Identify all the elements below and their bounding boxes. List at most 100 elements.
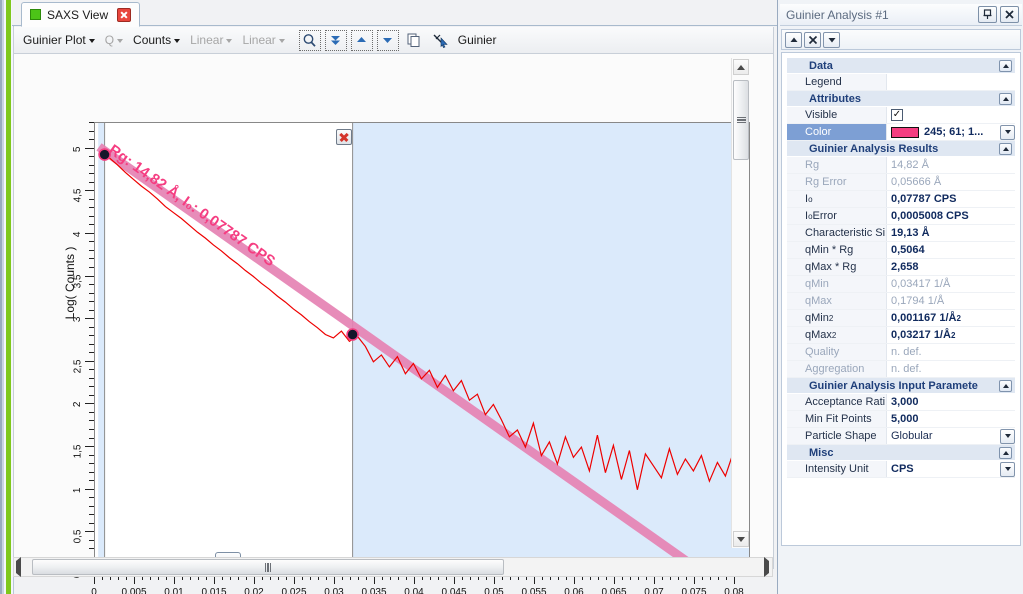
property-value[interactable]: Globular [887, 428, 1015, 444]
copy-button[interactable] [403, 30, 425, 51]
y-axis-tick [85, 446, 94, 447]
chart-horizontal-scrollbar[interactable] [13, 557, 773, 577]
expand-all-button[interactable] [785, 32, 802, 48]
property-row[interactable]: qMax20,03217 1/Å2 [787, 327, 1015, 344]
scroll-up-button[interactable] [733, 59, 749, 75]
tab-close-icon[interactable] [117, 8, 131, 22]
vertical-scroll-thumb[interactable] [733, 80, 749, 160]
property-dropdown-button[interactable] [1000, 462, 1015, 477]
property-row[interactable]: qMax0,1794 1/Å [787, 293, 1015, 310]
y-quantity-label: Counts [133, 33, 171, 47]
chart-vertical-scrollbar[interactable] [731, 58, 749, 548]
property-category-guinier-analysis-results[interactable]: Guinier Analysis Results [787, 141, 1015, 157]
property-category-misc[interactable]: Misc [787, 445, 1015, 461]
category-collapse-button[interactable] [999, 380, 1012, 392]
property-key: Rg Error [787, 174, 887, 190]
property-value[interactable]: CPS [887, 461, 1015, 477]
move-down-button[interactable] [377, 30, 399, 51]
property-row[interactable]: qMin * Rg0,5064 [787, 242, 1015, 259]
magnifier-icon [302, 33, 317, 48]
property-row[interactable]: Visible✓ [787, 107, 1015, 124]
property-grid[interactable]: Data LegendAttributesVisible✓Color245; 61… [781, 52, 1021, 546]
property-value: 5,000 [887, 411, 1015, 427]
chevron-down-icon [89, 39, 95, 43]
y-axis-tick [85, 361, 94, 362]
property-category-data[interactable]: Data [787, 58, 1015, 74]
property-row[interactable]: qMax * Rg2,658 [787, 259, 1015, 276]
guinier-tool-label: Guinier [458, 33, 497, 47]
property-value: 0,05666 Å [887, 174, 1015, 190]
property-row[interactable]: Intensity UnitCPS [787, 461, 1015, 478]
scroll-right-icon [764, 557, 769, 577]
y-scale-dropdown[interactable]: Linear [238, 31, 288, 49]
property-dropdown-button[interactable] [1000, 429, 1015, 444]
scroll-down-button[interactable] [733, 531, 749, 547]
scroll-left-button[interactable] [16, 561, 21, 573]
y-axis-tick [85, 233, 94, 234]
property-row[interactable]: qMin0,03417 1/Å [787, 276, 1015, 293]
fit-all-button[interactable] [325, 30, 347, 51]
category-collapse-button[interactable] [999, 93, 1012, 105]
pin-icon[interactable] [978, 6, 997, 23]
category-collapse-button[interactable] [999, 60, 1012, 72]
property-row[interactable]: Acceptance Rati3,000 [787, 394, 1015, 411]
x-quantity-dropdown[interactable]: Q [101, 31, 127, 49]
tab-saxs-view[interactable]: SAXS View [21, 2, 140, 27]
property-row[interactable]: qMin20,001167 1/Å2 [787, 310, 1015, 327]
property-key: Io [787, 191, 887, 207]
chevron-down-icon [174, 39, 180, 43]
property-row[interactable]: Io Error0,0005008 CPS [787, 208, 1015, 225]
property-row[interactable]: Min Fit Points5,000 [787, 411, 1015, 428]
property-value: 2,658 [887, 259, 1015, 275]
property-row[interactable]: Legend [787, 74, 1015, 91]
property-row[interactable]: Color245; 61; 1... [787, 124, 1015, 141]
property-row[interactable]: Characteristic Si19,13 Å [787, 225, 1015, 242]
color-swatch [891, 127, 919, 138]
copy-icon [406, 32, 422, 48]
plot-toolbar: Guinier Plot Q Counts Linear Linear [13, 27, 774, 54]
property-value[interactable]: ✓ [887, 107, 1015, 123]
y-axis: 00,511,522,533,544,55 [46, 56, 94, 516]
property-row[interactable]: Rg14,82 Å [787, 157, 1015, 174]
property-row[interactable]: Particle ShapeGlobular [787, 428, 1015, 445]
chevron-down-icon [1005, 130, 1011, 134]
zoom-button[interactable] [299, 30, 321, 51]
y-axis-tick [85, 403, 94, 404]
delete-button[interactable] [804, 32, 821, 48]
category-collapse-button[interactable] [999, 143, 1012, 155]
category-collapse-button[interactable] [999, 447, 1012, 459]
y-quantity-dropdown[interactable]: Counts [129, 31, 184, 49]
property-grid-content: Data LegendAttributesVisible✓Color245; 61… [787, 58, 1015, 478]
plot-type-dropdown[interactable]: Guinier Plot [19, 31, 99, 49]
property-row[interactable]: Qualityn. def. [787, 344, 1015, 361]
collapse-button[interactable] [823, 32, 840, 48]
horizontal-scroll-thumb[interactable] [32, 559, 504, 575]
x-scale-dropdown[interactable]: Linear [186, 31, 236, 49]
color-value-label: 245; 61; 1... [924, 126, 983, 138]
visible-checkbox[interactable]: ✓ [891, 109, 903, 121]
category-label: Guinier Analysis Input Paramete [809, 380, 999, 392]
plot-marker-1[interactable] [347, 329, 358, 340]
property-category-attributes[interactable]: Attributes [787, 91, 1015, 107]
property-row[interactable]: Io0,07787 CPS [787, 191, 1015, 208]
move-up-button[interactable] [351, 30, 373, 51]
property-row[interactable]: Aggregationn. def. [787, 361, 1015, 378]
plot-box[interactable]: Rg: 14,82 Å, I₀: 0,07787 CPS [94, 122, 750, 574]
color-dropdown-button[interactable] [1000, 125, 1015, 140]
scroll-right-button[interactable] [764, 561, 769, 573]
property-value[interactable]: 245; 61; 1... [887, 124, 1015, 140]
property-key: Particle Shape [787, 428, 887, 444]
y-axis-tick-label: 3,5 [73, 274, 84, 288]
close-plot-icon[interactable] [336, 129, 352, 145]
x-axis-tick-label: 0,025 [281, 587, 306, 594]
property-category-guinier-analysis-input-parameters[interactable]: Guinier Analysis Input Paramete [787, 378, 1015, 394]
guinier-tool-button[interactable] [429, 30, 451, 51]
category-label: Data [809, 60, 999, 72]
fit-annotation-text: Rg: 14,82 Å, I₀: 0,07787 CPS [105, 141, 278, 270]
property-row[interactable]: Rg Error0,05666 Å [787, 174, 1015, 191]
chart-area: Log( Counts ) 00,511,522,533,544,55 Rg: … [16, 56, 751, 546]
chart-panel: Log( Counts ) 00,511,522,533,544,55 Rg: … [13, 54, 774, 569]
close-icon[interactable] [1000, 6, 1019, 23]
y-axis-tick-label: 3 [73, 317, 84, 323]
chevron-up-icon [1003, 384, 1009, 388]
